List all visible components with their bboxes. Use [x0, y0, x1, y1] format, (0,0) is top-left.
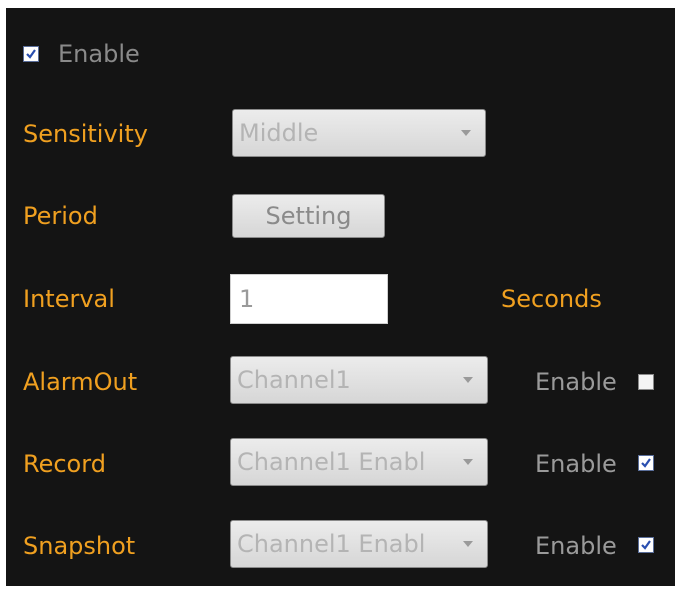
snapshot-value: Channel1 Enabl: [237, 530, 426, 558]
sensitivity-value: Middle: [239, 119, 319, 147]
record-label: Record: [23, 450, 106, 478]
record-enable-label: Enable: [535, 450, 617, 478]
alarmout-enable-label: Enable: [535, 368, 617, 396]
period-label: Period: [23, 202, 98, 230]
chevron-down-icon: [461, 130, 471, 136]
enable-checkbox[interactable]: [23, 46, 39, 62]
snapshot-enable-checkbox[interactable]: [638, 537, 654, 553]
period-setting-button[interactable]: Setting: [232, 194, 385, 238]
record-enable-checkbox[interactable]: [638, 455, 654, 471]
enable-label: Enable: [58, 40, 140, 68]
interval-unit: Seconds: [501, 285, 602, 313]
record-value: Channel1 Enabl: [237, 448, 426, 476]
checkmark-icon: [641, 458, 651, 468]
alarmout-label: AlarmOut: [23, 368, 138, 396]
chevron-down-icon: [463, 377, 473, 383]
alarmout-select[interactable]: Channel1: [230, 356, 488, 404]
interval-input[interactable]: 1: [230, 274, 388, 324]
motion-detect-panel: Enable Sensitivity Middle Period Setting…: [6, 8, 675, 586]
chevron-down-icon: [463, 541, 473, 547]
record-select[interactable]: Channel1 Enabl: [230, 438, 488, 486]
alarmout-value: Channel1: [237, 366, 351, 394]
sensitivity-select[interactable]: Middle: [232, 109, 486, 157]
snapshot-label: Snapshot: [23, 532, 136, 560]
chevron-down-icon: [463, 459, 473, 465]
sensitivity-label: Sensitivity: [23, 120, 148, 148]
snapshot-select[interactable]: Channel1 Enabl: [230, 520, 488, 568]
snapshot-enable-label: Enable: [535, 532, 617, 560]
checkmark-icon: [26, 49, 36, 59]
alarmout-enable-checkbox[interactable]: [638, 374, 654, 390]
interval-label: Interval: [23, 285, 115, 313]
checkmark-icon: [641, 540, 651, 550]
